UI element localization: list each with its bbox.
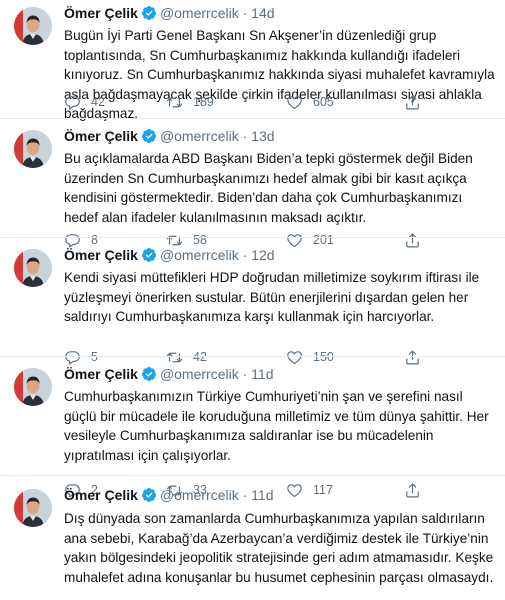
separator-dot: · — [242, 247, 248, 263]
tweet-header: Ömer Çelik @omerrcelik · 14d — [64, 5, 275, 25]
tweet-header: Ömer Çelik @omerrcelik · 11d — [64, 487, 274, 507]
tweet-timestamp[interactable]: 11d — [251, 366, 273, 382]
verified-badge-icon — [141, 128, 157, 148]
reply-count: 42 — [91, 95, 105, 109]
author-handle[interactable]: @omerrcelik — [160, 247, 239, 263]
tweet-timestamp[interactable]: 13d — [251, 128, 274, 144]
reply-button[interactable]: 42 — [64, 93, 105, 111]
author-handle[interactable]: @omerrcelik — [160, 366, 239, 382]
avatar[interactable] — [14, 249, 52, 287]
author-name[interactable]: Ömer Çelik — [64, 366, 138, 382]
tweet-timestamp[interactable]: 12d — [251, 247, 274, 263]
avatar[interactable] — [14, 368, 52, 406]
verified-badge-icon — [141, 366, 157, 386]
tweet-header: Ömer Çelik @omerrcelik · 11d — [64, 366, 274, 386]
tweet-text: Kendi siyasi müttefikleri HDP doğrudan m… — [64, 270, 480, 324]
separator-dot: · — [242, 5, 248, 21]
avatar[interactable] — [14, 489, 52, 527]
tweet-card[interactable]: Ömer Çelik @omerrcelik · 14d Bugün İyi Par… — [0, 0, 505, 121]
author-name[interactable]: Ömer Çelik — [64, 128, 138, 144]
tweet-actions: 42 189 605 — [64, 93, 494, 111]
verified-badge-icon — [141, 247, 157, 267]
tweet-card[interactable]: Ömer Çelik @omerrcelik · 13d Bu açıklamala… — [0, 119, 505, 238]
separator-dot: · — [242, 487, 248, 503]
author-name[interactable]: Ömer Çelik — [64, 5, 138, 21]
share-button[interactable] — [404, 93, 421, 111]
author-handle[interactable]: @omerrcelik — [160, 128, 239, 144]
tweet-card[interactable]: Ömer Çelik @omerrcelik · 12d Kendi siyasi … — [0, 238, 505, 357]
verified-badge-icon — [141, 5, 157, 25]
separator-dot: · — [242, 366, 248, 382]
retweet-count: 189 — [193, 95, 214, 109]
tweet-text: Dış dünyada son zamanlarda Cumhurbaşkanı… — [64, 511, 494, 585]
tweet-card[interactable]: Ömer Çelik @omerrcelik · 11d Cumhurbaşkanı… — [0, 357, 505, 476]
retweet-icon — [166, 94, 183, 111]
tweet-timestamp[interactable]: 14d — [251, 5, 274, 21]
tweet-timestamp[interactable]: 11d — [251, 487, 273, 503]
verified-badge-icon — [141, 487, 157, 507]
tweet-header: Ömer Çelik @omerrcelik · 12d — [64, 247, 275, 267]
tweet-card[interactable]: Ömer Çelik @omerrcelik · 11d Dış dünyada s… — [0, 476, 505, 600]
heart-icon — [286, 94, 303, 111]
tweet-text: Bu açıklamalarda ABD Başkanı Biden’a tep… — [64, 151, 473, 225]
share-icon — [404, 94, 421, 111]
author-handle[interactable]: @omerrcelik — [160, 5, 239, 21]
reply-icon — [64, 94, 81, 111]
avatar[interactable] — [14, 7, 52, 45]
avatar[interactable] — [14, 130, 52, 168]
retweet-button[interactable]: 189 — [166, 93, 214, 111]
author-name[interactable]: Ömer Çelik — [64, 487, 138, 503]
like-count: 605 — [313, 95, 334, 109]
author-handle[interactable]: @omerrcelik — [160, 487, 239, 503]
like-button[interactable]: 605 — [286, 93, 334, 111]
tweet-header: Ömer Çelik @omerrcelik · 13d — [64, 128, 275, 148]
tweet-text: Cumhurbaşkanımızın Türkiye Cumhuriyeti’n… — [64, 389, 489, 463]
author-name[interactable]: Ömer Çelik — [64, 247, 138, 263]
separator-dot: · — [242, 128, 248, 144]
